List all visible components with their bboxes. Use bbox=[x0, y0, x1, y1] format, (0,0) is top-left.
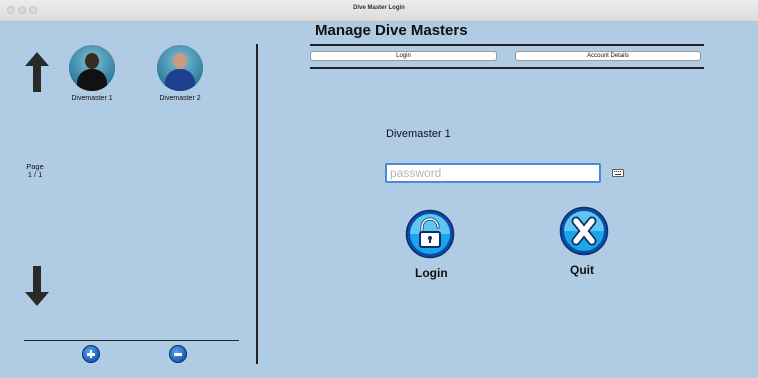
minus-icon bbox=[174, 353, 182, 356]
left-panel-divider bbox=[24, 340, 239, 341]
diver-head-icon bbox=[85, 53, 99, 69]
password-input[interactable] bbox=[385, 163, 601, 183]
diver-body-icon bbox=[165, 69, 195, 91]
page-value: 1 / 1 bbox=[27, 170, 43, 179]
scroll-up-arrow-icon[interactable] bbox=[25, 52, 49, 92]
panel-separator bbox=[256, 44, 258, 364]
login-button[interactable] bbox=[405, 209, 455, 259]
add-divemaster-button[interactable] bbox=[82, 345, 100, 363]
quit-button[interactable] bbox=[559, 206, 609, 256]
header-bottom-rule bbox=[310, 67, 704, 69]
diver-body-icon bbox=[77, 69, 107, 91]
header-top-rule bbox=[310, 44, 704, 46]
page-title: Manage Dive Masters bbox=[315, 22, 468, 39]
remove-divemaster-button[interactable] bbox=[169, 345, 187, 363]
page-indicator: Page 1 / 1 bbox=[18, 163, 52, 179]
keyboard-icon[interactable] bbox=[612, 169, 624, 177]
tab-login[interactable]: Login bbox=[310, 51, 497, 61]
plus-icon-vertical bbox=[89, 350, 93, 358]
quit-label: Quit bbox=[570, 263, 594, 277]
divemaster-1-avatar[interactable] bbox=[69, 45, 115, 91]
divemaster-1-caption: Divemaster 1 bbox=[71, 95, 113, 102]
scroll-down-arrow-icon[interactable] bbox=[25, 266, 49, 306]
divemaster-2-avatar[interactable] bbox=[157, 45, 203, 91]
window-title: Dive Master Login bbox=[353, 5, 405, 11]
login-label: Login bbox=[415, 266, 448, 280]
selected-divemaster-name: Divemaster 1 bbox=[386, 128, 451, 140]
divemaster-2-caption: Divemaster 2 bbox=[159, 95, 201, 102]
tab-account-details[interactable]: Account Details bbox=[515, 51, 701, 61]
window-titlebar: Dive Master Login bbox=[0, 0, 758, 22]
diver-head-icon bbox=[173, 53, 187, 69]
